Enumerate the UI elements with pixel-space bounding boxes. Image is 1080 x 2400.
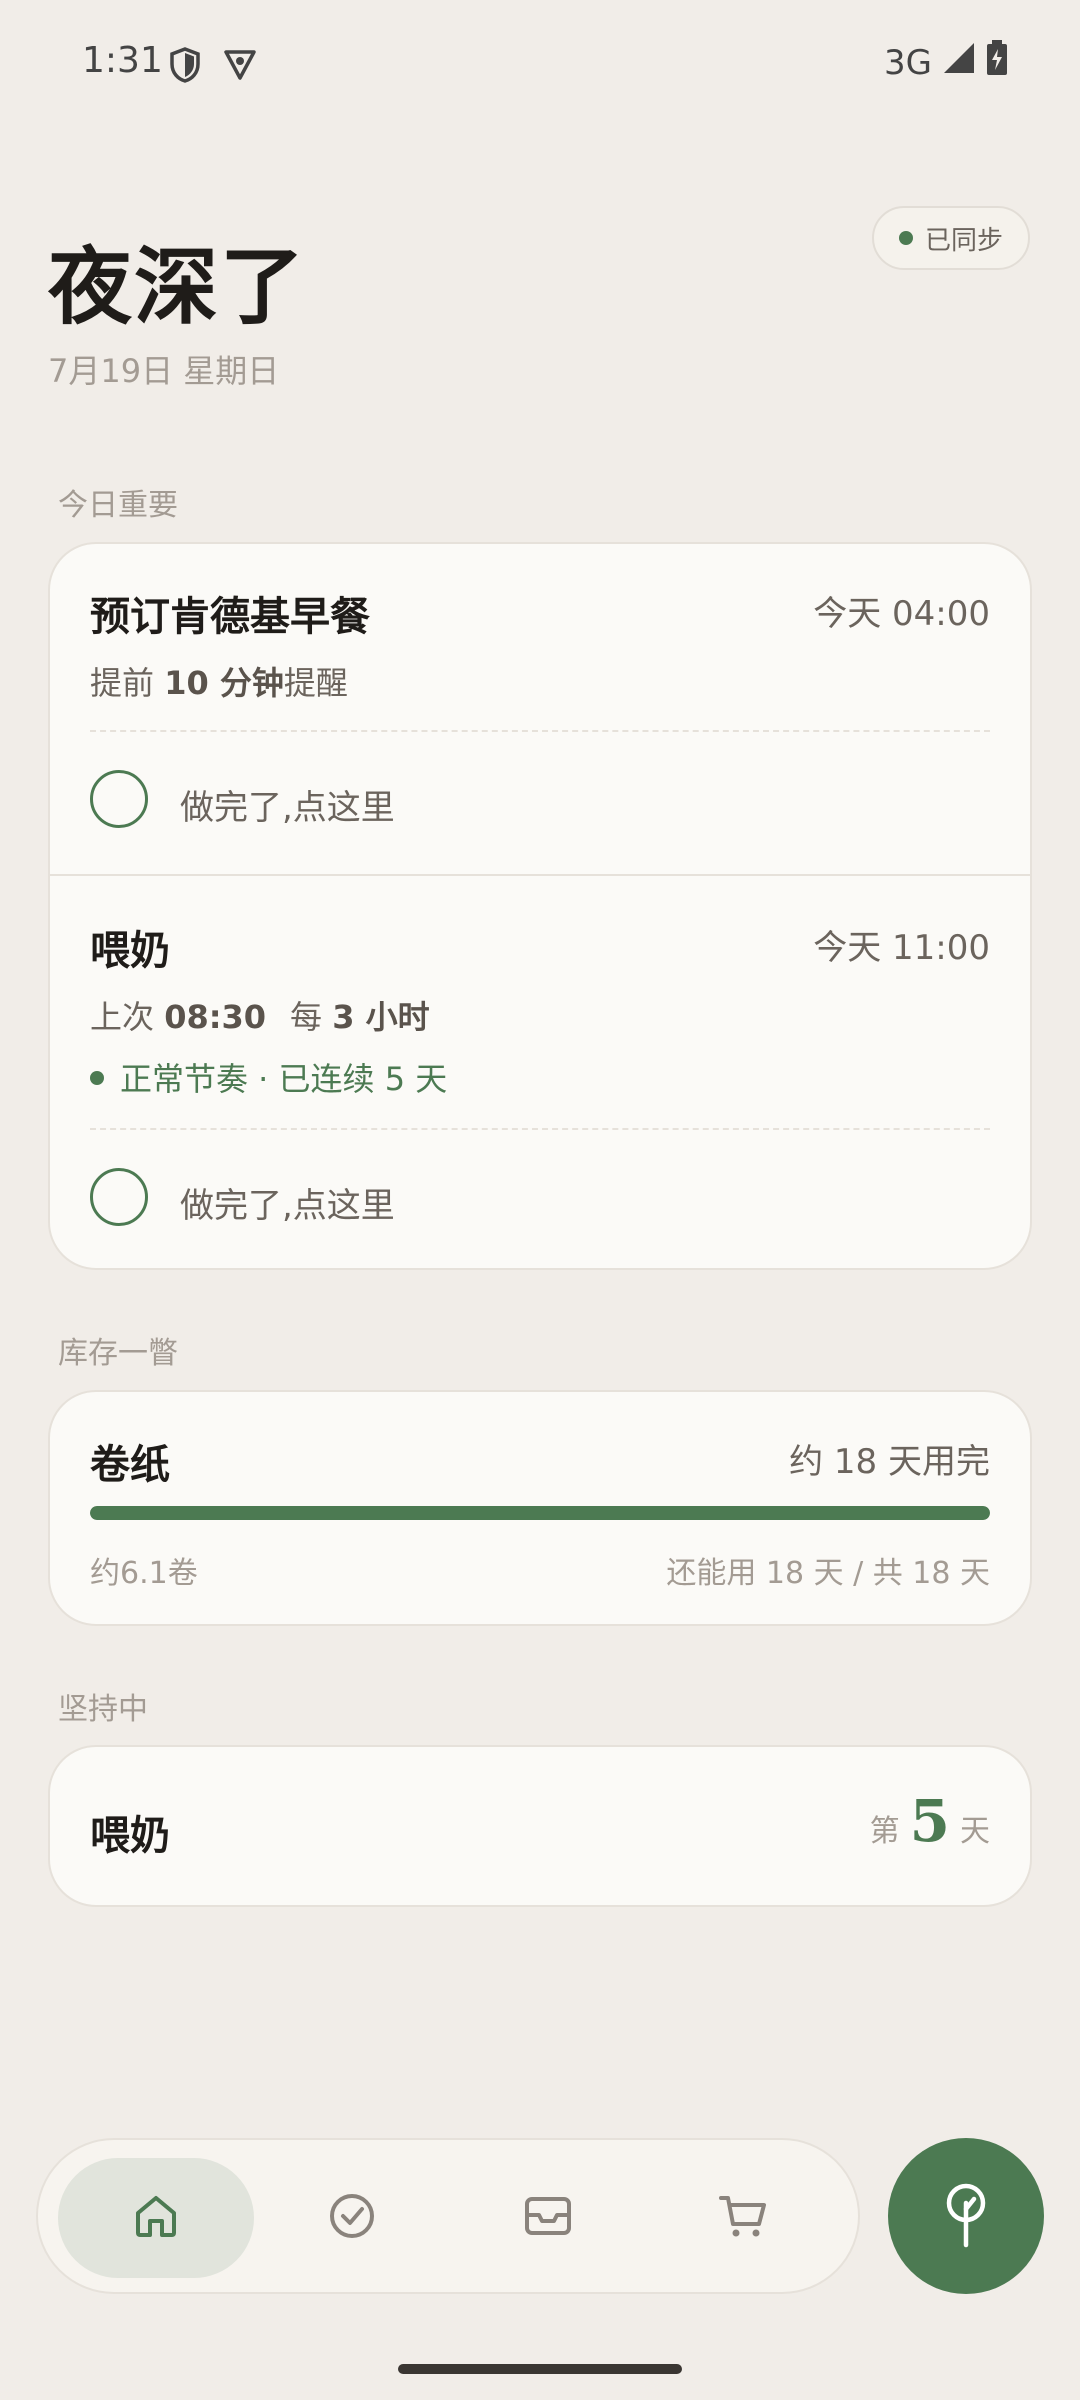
inventory-progress-fill	[90, 1506, 990, 1520]
inventory-detail: 还能用 18 天 / 共 18 天	[666, 1556, 990, 1591]
section-habits-label: 坚持中	[58, 1692, 148, 1727]
reminder-value: 10 分钟	[164, 664, 284, 702]
habit-suffix: 天	[960, 1814, 990, 1849]
reminder-prefix: 提前	[90, 664, 165, 702]
last-prefix: 上次	[90, 998, 165, 1036]
reminder-suffix: 提醒	[283, 664, 348, 702]
vpn-key-icon	[222, 46, 258, 86]
inventory-item-name: 卷纸	[90, 1442, 170, 1488]
today-tasks-card: 预订肯德基早餐 今天 04:00 提前 10 分钟提醒 做完了,点这里 喂奶 今…	[48, 542, 1032, 1270]
inventory-estimate: 约 18 天用完	[789, 1442, 990, 1482]
habit-name: 喂奶	[90, 1813, 170, 1859]
task-done-label[interactable]: 做完了,点这里	[180, 780, 395, 829]
nav-shopping[interactable]	[646, 2158, 842, 2278]
add-fab-button[interactable]	[888, 2138, 1044, 2294]
task-reminder: 提前 10 分钟提醒	[90, 658, 348, 704]
sync-badge[interactable]: 已同步	[872, 206, 1030, 270]
signal-icon	[942, 41, 976, 84]
status-right: 3G	[884, 40, 1008, 85]
sync-label: 已同步	[924, 225, 1003, 256]
section-today-label: 今日重要	[58, 488, 178, 523]
check-circle-icon	[327, 2191, 377, 2245]
dashed-divider	[90, 1128, 990, 1130]
page-title: 夜深了	[48, 237, 307, 336]
habit-count: 第 5 天	[870, 1787, 990, 1855]
habit-days: 5	[909, 1787, 950, 1855]
status-time: 1:31	[82, 40, 163, 81]
inbox-icon	[522, 2191, 574, 2245]
inventory-amount: 约6.1卷	[90, 1556, 198, 1591]
bottom-nav	[36, 2138, 860, 2294]
sync-status-dot	[898, 231, 913, 245]
nav-home[interactable]	[58, 2158, 254, 2278]
task-done-checkbox[interactable]	[90, 1168, 148, 1226]
shield-icon	[168, 46, 202, 88]
section-inventory-label: 库存一瞥	[58, 1336, 178, 1371]
task-title[interactable]: 预订肯德基早餐	[90, 584, 370, 642]
nav-inventory[interactable]	[450, 2158, 646, 2278]
card-divider	[50, 874, 1030, 876]
task-done-checkbox[interactable]	[90, 770, 148, 828]
task-title[interactable]: 喂奶	[90, 918, 170, 976]
task-schedule: 上次 08:30 每 3 小时	[90, 992, 430, 1038]
nav-tasks[interactable]	[254, 2158, 450, 2278]
inventory-progress-bar	[90, 1506, 990, 1520]
every-value: 3 小时	[332, 998, 430, 1036]
habit-card[interactable]: 喂奶 第 5 天	[48, 1745, 1032, 1907]
inventory-card[interactable]: 卷纸 约 18 天用完 约6.1卷 还能用 18 天 / 共 18 天	[48, 1390, 1032, 1626]
battery-icon	[986, 40, 1008, 85]
last-value: 08:30	[164, 998, 267, 1036]
dashed-divider	[90, 730, 990, 732]
home-icon	[131, 2191, 181, 2245]
page-date: 7月19日 星期日	[48, 352, 280, 390]
tree-icon	[938, 2179, 994, 2253]
every-prefix: 每	[290, 998, 333, 1036]
streak-text: 正常节奏 · 已连续 5 天	[120, 1060, 448, 1098]
task-done-label[interactable]: 做完了,点这里	[180, 1178, 395, 1227]
task-time: 今天 11:00	[813, 928, 990, 968]
habit-prefix: 第	[869, 1814, 900, 1849]
streak-dot	[90, 1071, 104, 1085]
network-label: 3G	[884, 42, 932, 83]
cart-icon	[718, 2191, 770, 2245]
task-time: 今天 04:00	[813, 594, 990, 634]
home-indicator	[398, 2364, 682, 2374]
